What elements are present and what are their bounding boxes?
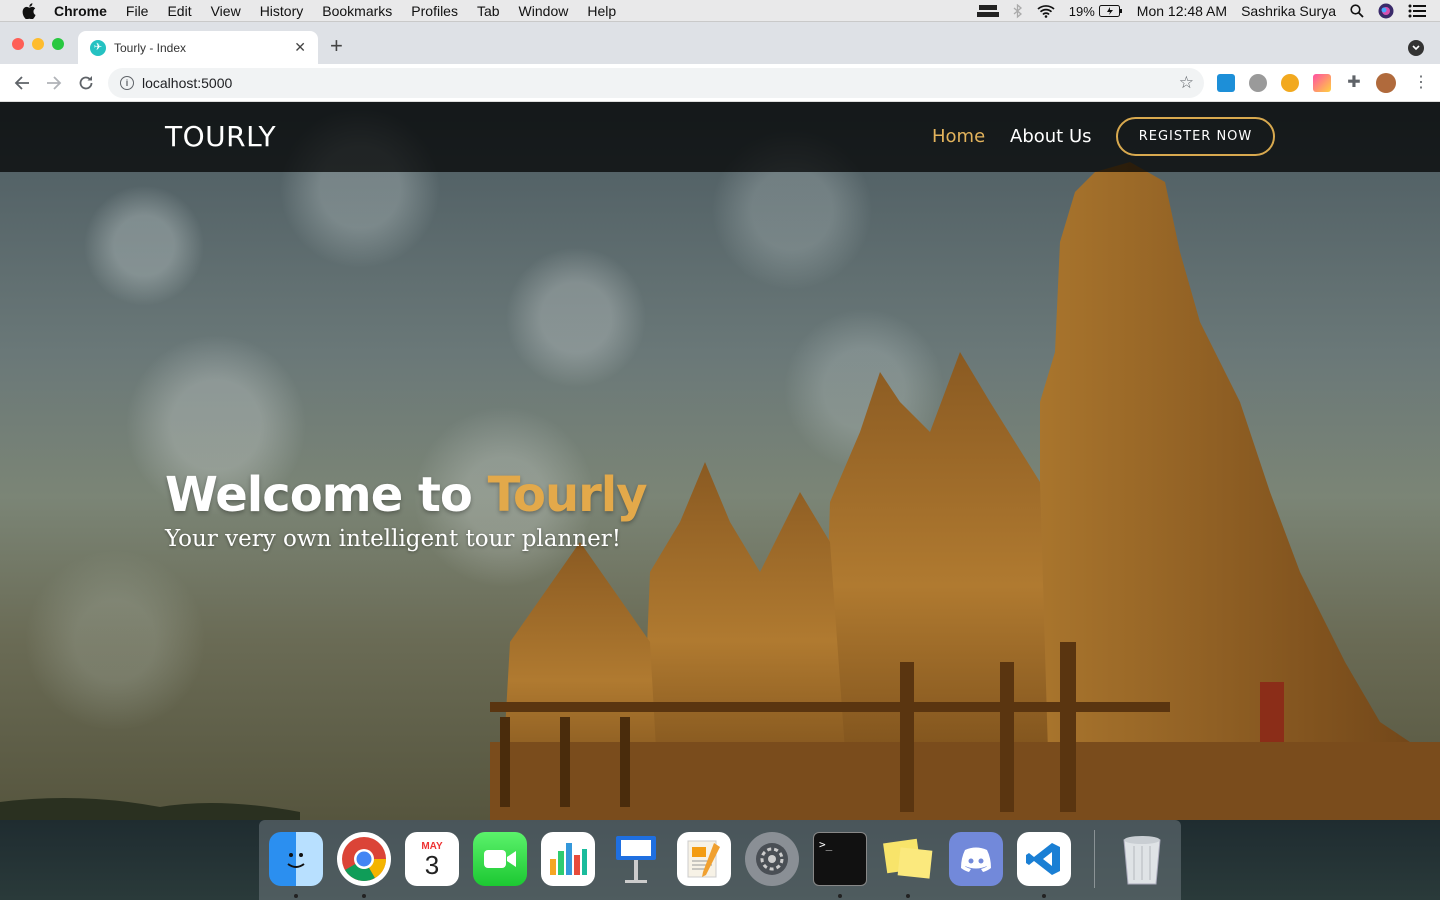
browser-toolbar: i localhost:5000 ☆ ✚ ⋮: [0, 64, 1440, 102]
chrome-menu-icon[interactable]: ⋮: [1412, 74, 1430, 92]
tab-search-icon[interactable]: [1408, 40, 1424, 56]
menu-profiles[interactable]: Profiles: [411, 3, 458, 19]
address-bar[interactable]: i localhost:5000 ☆: [108, 68, 1204, 98]
site-navbar: TOURLY Home About Us REGISTER NOW: [0, 102, 1440, 172]
extension-face-icon[interactable]: [1281, 74, 1299, 92]
spotlight-search-icon[interactable]: [1350, 4, 1364, 18]
temple-hero-image: [0, 162, 1440, 820]
minimize-window-button[interactable]: [32, 38, 44, 50]
wifi-icon[interactable]: [1037, 4, 1055, 18]
nav-link-about-us[interactable]: About Us: [1010, 126, 1092, 147]
menu-edit[interactable]: Edit: [167, 3, 191, 19]
notification-center-icon[interactable]: [1408, 4, 1426, 18]
extension-w-icon[interactable]: [1313, 74, 1331, 92]
hero-title-prefix: Welcome to: [165, 467, 488, 523]
close-tab-icon[interactable]: ✕: [294, 39, 306, 56]
pages-icon[interactable]: [677, 832, 731, 886]
macos-menubar: Chrome File Edit View History Bookmarks …: [0, 0, 1440, 22]
siri-icon[interactable]: [1378, 3, 1394, 19]
forward-arrow-icon[interactable]: [44, 73, 64, 93]
trash-icon[interactable]: [1115, 832, 1169, 886]
battery-percent: 19%: [1068, 3, 1095, 19]
vscode-icon[interactable]: [1017, 832, 1071, 886]
site-brand-logo[interactable]: TOURLY: [165, 120, 276, 153]
tab-title: Tourly - Index: [114, 40, 187, 55]
extension-cloud-icon[interactable]: [1249, 74, 1267, 92]
vscode-running-dot: [1042, 894, 1046, 898]
reload-icon[interactable]: [76, 73, 96, 93]
close-window-button[interactable]: [12, 38, 24, 50]
extension-blue-icon[interactable]: [1217, 74, 1235, 92]
menu-file[interactable]: File: [126, 3, 149, 19]
facetime-icon[interactable]: [473, 832, 527, 886]
storage-icon[interactable]: [976, 4, 999, 18]
menu-bookmarks[interactable]: Bookmarks: [322, 3, 392, 19]
browser-tab-active[interactable]: ✈ Tourly - Index ✕: [78, 31, 318, 64]
hero-title-accent: Tourly: [487, 467, 648, 523]
hero-title: Welcome to Tourly: [165, 467, 648, 523]
window-controls: [12, 38, 72, 50]
calendar-icon[interactable]: MAY 3: [405, 832, 459, 886]
menu-tab[interactable]: Tab: [477, 3, 500, 19]
menubar-user[interactable]: Sashrika Surya: [1241, 3, 1336, 19]
register-now-button[interactable]: REGISTER NOW: [1116, 117, 1275, 156]
discord-icon[interactable]: [949, 832, 1003, 886]
chrome-icon[interactable]: [337, 832, 391, 886]
stickies-running-dot: [906, 894, 910, 898]
bluetooth-icon[interactable]: [1013, 3, 1023, 19]
new-tab-button[interactable]: +: [330, 35, 343, 57]
calendar-day: 3: [424, 849, 440, 880]
chrome-running-dot: [362, 894, 366, 898]
terminal-running-dot: [838, 894, 842, 898]
maximize-window-button[interactable]: [52, 38, 64, 50]
finder-icon[interactable]: [269, 832, 323, 886]
menu-view[interactable]: View: [211, 3, 241, 19]
terminal-icon[interactable]: >_: [813, 832, 867, 886]
site-info-icon[interactable]: i: [120, 76, 134, 90]
hero-subtitle: Your very own intelligent tour planner!: [165, 526, 621, 552]
menu-chrome[interactable]: Chrome: [54, 3, 107, 19]
menubar-clock[interactable]: Mon 12:48 AM: [1137, 3, 1227, 19]
battery-icon[interactable]: [1098, 5, 1123, 17]
dock-separator: [1094, 830, 1095, 888]
browser-tab-strip: ✈ Tourly - Index ✕ +: [0, 22, 1440, 64]
apple-menu-icon[interactable]: [19, 2, 39, 19]
menu-history[interactable]: History: [260, 3, 304, 19]
finder-running-dot: [294, 894, 298, 898]
address-url: localhost:5000: [142, 75, 233, 91]
back-arrow-icon[interactable]: [12, 73, 32, 93]
keynote-icon[interactable]: [609, 832, 663, 886]
extensions-puzzle-icon[interactable]: ✚: [1345, 74, 1363, 92]
menu-window[interactable]: Window: [519, 3, 569, 19]
menu-help[interactable]: Help: [587, 3, 616, 19]
nav-link-home[interactable]: Home: [932, 126, 985, 147]
system-preferences-icon[interactable]: [745, 832, 799, 886]
webpage-viewport: TOURLY Home About Us REGISTER NOW Welcom…: [0, 102, 1440, 820]
macos-dock: MAY 3 >_: [259, 820, 1181, 900]
profile-avatar[interactable]: [1376, 73, 1396, 93]
numbers-icon[interactable]: [541, 832, 595, 886]
stickies-icon[interactable]: [881, 832, 935, 886]
bookmark-star-icon[interactable]: ☆: [1179, 73, 1194, 93]
tourly-favicon-icon: ✈: [90, 39, 106, 56]
